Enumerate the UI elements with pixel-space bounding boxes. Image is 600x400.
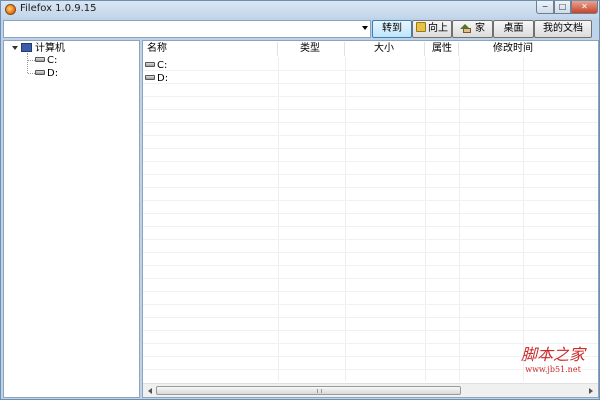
- folder-tree[interactable]: 计算机 C: D:: [3, 40, 140, 398]
- toolbar: 转到 向上 家 桌面 我的文档: [3, 19, 599, 40]
- home-button-label: 家: [475, 23, 485, 34]
- list-item-name: D:: [157, 73, 169, 84]
- address-combobox[interactable]: [3, 20, 371, 38]
- scroll-right-arrow-icon[interactable]: [589, 388, 593, 394]
- column-header-attributes[interactable]: 属性: [425, 42, 459, 56]
- column-header-type[interactable]: 类型: [278, 42, 345, 56]
- window-title: Filefox 1.0.9.15: [20, 3, 97, 14]
- scrollbar-grip: [317, 389, 322, 393]
- scroll-left-arrow-icon[interactable]: [148, 388, 152, 394]
- watermark: 脚本之家 www.jb51.net: [511, 346, 595, 386]
- home-button[interactable]: 家: [452, 20, 493, 38]
- drive-icon: [35, 56, 45, 62]
- tree-connector: [28, 60, 35, 61]
- drive-icon: [35, 69, 45, 75]
- app-window: Filefox 1.0.9.15 − □ ✕ 转到 向上 家 桌面 我的文档 计…: [0, 0, 600, 400]
- maximize-button[interactable]: □: [554, 1, 571, 14]
- scrollbar-thumb[interactable]: [156, 386, 461, 395]
- home-icon-body: [463, 27, 471, 33]
- column-header-modified[interactable]: 修改时间: [459, 42, 598, 56]
- column-header-name[interactable]: 名称: [143, 42, 278, 56]
- drive-icon: [145, 61, 155, 67]
- my-documents-button-label: 我的文档: [543, 23, 583, 34]
- folder-up-icon: [416, 22, 426, 32]
- my-documents-button[interactable]: 我的文档: [534, 20, 592, 38]
- tree-connector: [28, 73, 35, 74]
- desktop-button[interactable]: 桌面: [493, 20, 534, 38]
- list-item-name: C:: [157, 60, 168, 71]
- minimize-button[interactable]: −: [536, 1, 554, 14]
- up-button-label: 向上: [428, 23, 448, 34]
- desktop-button-label: 桌面: [503, 23, 524, 34]
- tree-item-label: C:: [47, 55, 58, 66]
- tree-item-computer[interactable]: 计算机: [4, 42, 139, 55]
- expand-arrow-icon[interactable]: [12, 46, 18, 50]
- tree-item-d-drive[interactable]: D:: [35, 67, 58, 80]
- grid-lines: [143, 57, 598, 381]
- tree-item-c-drive[interactable]: C:: [35, 54, 57, 67]
- up-button[interactable]: 向上: [412, 20, 452, 38]
- list-item-d-drive[interactable]: D:: [145, 72, 168, 85]
- watermark-url: www.jb51.net: [525, 365, 581, 374]
- title-bar[interactable]: Filefox 1.0.9.15 − □ ✕: [1, 1, 599, 18]
- watermark-text: 脚本之家: [520, 345, 585, 364]
- computer-icon: [21, 43, 32, 52]
- tree-item-label: D:: [47, 68, 59, 79]
- app-logo-icon: [5, 4, 16, 15]
- go-button-label: 转到: [382, 23, 402, 34]
- tree-connector: [27, 53, 28, 73]
- go-button[interactable]: 转到: [372, 20, 412, 38]
- list-item-c-drive[interactable]: C:: [145, 59, 167, 72]
- dropdown-arrow-icon[interactable]: [362, 26, 368, 30]
- close-button[interactable]: ✕: [571, 1, 598, 14]
- column-header-size[interactable]: 大小: [345, 42, 425, 56]
- drive-icon: [145, 74, 155, 80]
